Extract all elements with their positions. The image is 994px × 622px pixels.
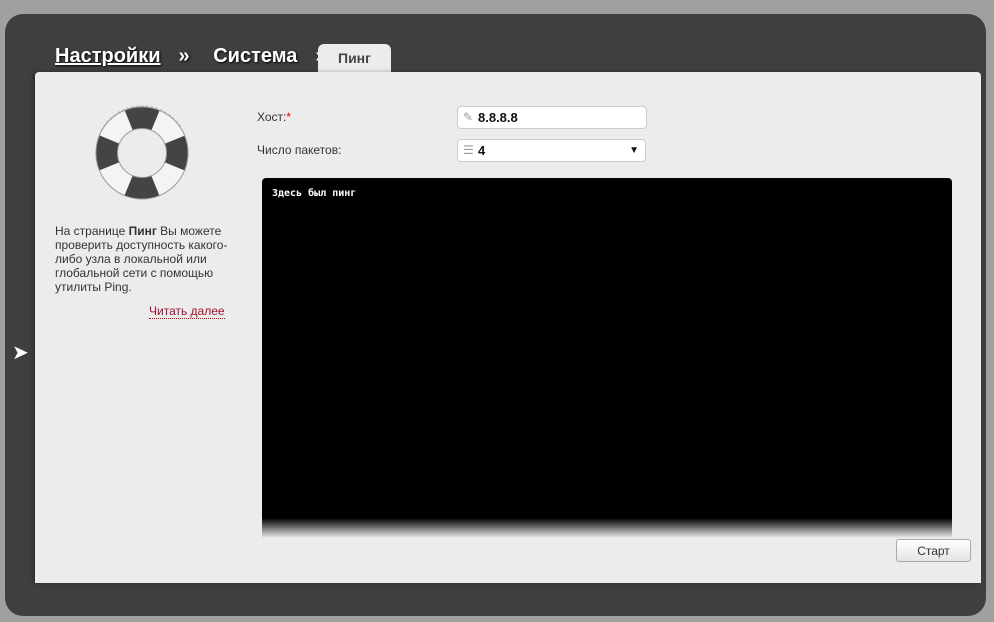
packets-label: Число пакетов: bbox=[257, 143, 342, 157]
back-arrow-icon[interactable]: ➤ bbox=[12, 340, 29, 365]
ping-output: Здесь был пинг bbox=[262, 178, 952, 538]
read-more-link[interactable]: Читать далее bbox=[149, 304, 225, 319]
host-label: Хост:* bbox=[257, 110, 292, 124]
page-description: На странице Пинг Вы можете проверить дос… bbox=[55, 224, 228, 294]
content-panel: На странице Пинг Вы можете проверить дос… bbox=[35, 72, 981, 583]
list-icon: ☰ bbox=[463, 143, 474, 157]
breadcrumb: Настройки» Система» bbox=[55, 45, 345, 68]
packets-select[interactable]: ☰ 4 ▼ bbox=[457, 139, 646, 162]
host-input[interactable]: ✎ 8.8.8.8 bbox=[457, 106, 647, 129]
breadcrumb-sep: » bbox=[178, 45, 190, 67]
lifebuoy-icon bbox=[95, 104, 189, 200]
start-button[interactable]: Старт bbox=[896, 539, 971, 562]
breadcrumb-system[interactable]: Система bbox=[213, 45, 297, 67]
tab-ping[interactable]: Пинг bbox=[318, 44, 391, 74]
breadcrumb-settings[interactable]: Настройки bbox=[55, 45, 161, 67]
pencil-icon: ✎ bbox=[463, 110, 474, 124]
chevron-down-icon: ▼ bbox=[629, 145, 639, 156]
